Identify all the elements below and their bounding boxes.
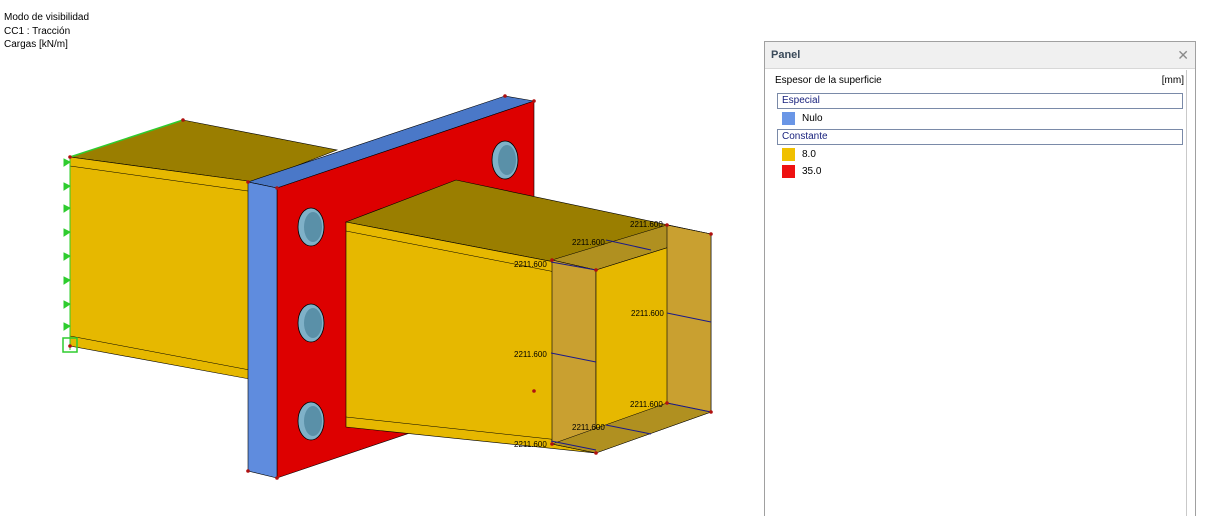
legend-item-null: Nulo xyxy=(782,109,1186,128)
dimension-label: 2211.600 xyxy=(572,238,605,247)
dimension-label: 2211.600 xyxy=(572,423,605,432)
panel-title: Panel xyxy=(771,49,801,61)
bolt-hole xyxy=(297,401,325,441)
panel: Panel ✕ Espesor de la superficie [mm] Es… xyxy=(764,41,1196,516)
group-header-constant: Constante xyxy=(777,129,1183,145)
bolt-hole xyxy=(297,303,325,343)
surface-thickness-label: Espesor de la superficie xyxy=(775,75,882,86)
swatch-35 xyxy=(782,165,795,178)
legend-label: Nulo xyxy=(802,113,823,124)
dimension-label: 2211.600 xyxy=(630,220,663,229)
legend-label: 35.0 xyxy=(802,166,822,177)
legend-label: 8.0 xyxy=(802,149,816,160)
surface-thickness-header: Espesor de la superficie [mm] xyxy=(767,70,1186,89)
dimension-label: 2211.600 xyxy=(514,260,547,269)
dimension-label: 2211.600 xyxy=(631,309,664,318)
legend-item-35: 35.0 xyxy=(782,162,1186,181)
beam-end-inner-right xyxy=(666,224,712,413)
end-plate-side-edge xyxy=(247,181,278,479)
swatch-8 xyxy=(782,148,795,161)
dimension-label: 2211.600 xyxy=(514,350,547,359)
panel-body: Espesor de la superficie [mm] Especial N… xyxy=(767,70,1187,516)
back-beam-side xyxy=(69,156,256,381)
group-header-special: Especial xyxy=(777,93,1183,109)
dimension-label: 2211.600 xyxy=(514,440,547,449)
model-viewport[interactable]: 2211.600 2211.600 2211.600 2211.600 2211… xyxy=(0,0,760,516)
swatch-null xyxy=(782,112,795,125)
bolt-hole xyxy=(491,140,519,180)
dimension-label: 2211.600 xyxy=(630,400,663,409)
bolt-hole xyxy=(297,207,325,247)
panel-header[interactable]: Panel ✕ xyxy=(765,42,1195,69)
close-icon[interactable]: ✕ xyxy=(1177,48,1189,62)
unit-label: [mm] xyxy=(1161,75,1184,86)
